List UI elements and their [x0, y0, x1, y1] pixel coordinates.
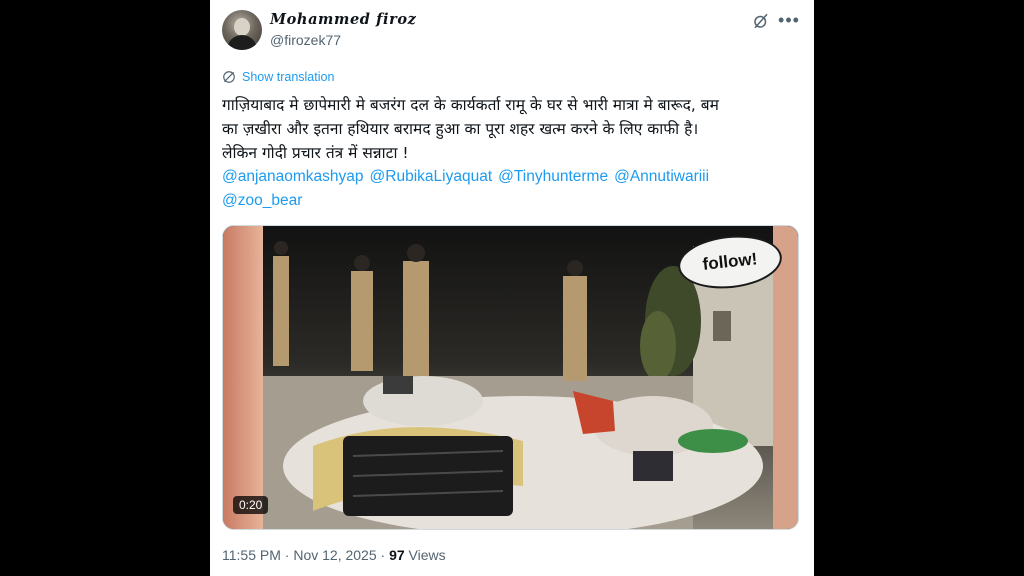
author-handle[interactable]: @firozek77: [270, 32, 341, 48]
meta-separator: ·: [376, 547, 390, 563]
mentions: @anjanaomkashyap @RubikaLiyaquat @Tinyhunt…: [222, 165, 802, 213]
tweet-card: Mohammed firoz @firozek77 ••• Show trans…: [210, 0, 814, 576]
tweet-text: गाज़ियाबाद मे छापेमारी मे बजरंग दल के का…: [222, 96, 719, 162]
mention-link[interactable]: @zoo_bear: [222, 192, 302, 209]
views-label: Views: [404, 547, 446, 563]
video-duration: 0:20: [233, 496, 269, 514]
meta-separator: ·: [280, 547, 294, 563]
avatar-body: [227, 35, 257, 50]
mention-link[interactable]: @RubikaLiyaquat: [370, 168, 493, 185]
more-icon[interactable]: •••: [778, 10, 800, 30]
avatar[interactable]: [222, 10, 262, 50]
views-count: 97: [389, 547, 405, 563]
video-player[interactable]: follow! 0:20: [222, 225, 799, 530]
mention-link[interactable]: @Tinyhunterme: [498, 168, 608, 185]
globe-icon: [223, 71, 235, 83]
show-translation-link[interactable]: Show translation: [222, 69, 334, 85]
tweet-meta: 11:55 PM · Nov 12, 2025 · 97 Views: [222, 547, 446, 563]
grok-icon[interactable]: [752, 12, 770, 30]
post-time[interactable]: 11:55 PM: [222, 547, 281, 563]
mention-link[interactable]: @Annutiwariii: [614, 168, 709, 185]
avatar-head: [234, 18, 250, 36]
author-name[interactable]: Mohammed firoz: [270, 11, 416, 28]
post-date[interactable]: Nov 12, 2025: [293, 547, 376, 563]
mention-link[interactable]: @anjanaomkashyap: [222, 168, 364, 185]
show-translation-label: Show translation: [242, 70, 335, 84]
